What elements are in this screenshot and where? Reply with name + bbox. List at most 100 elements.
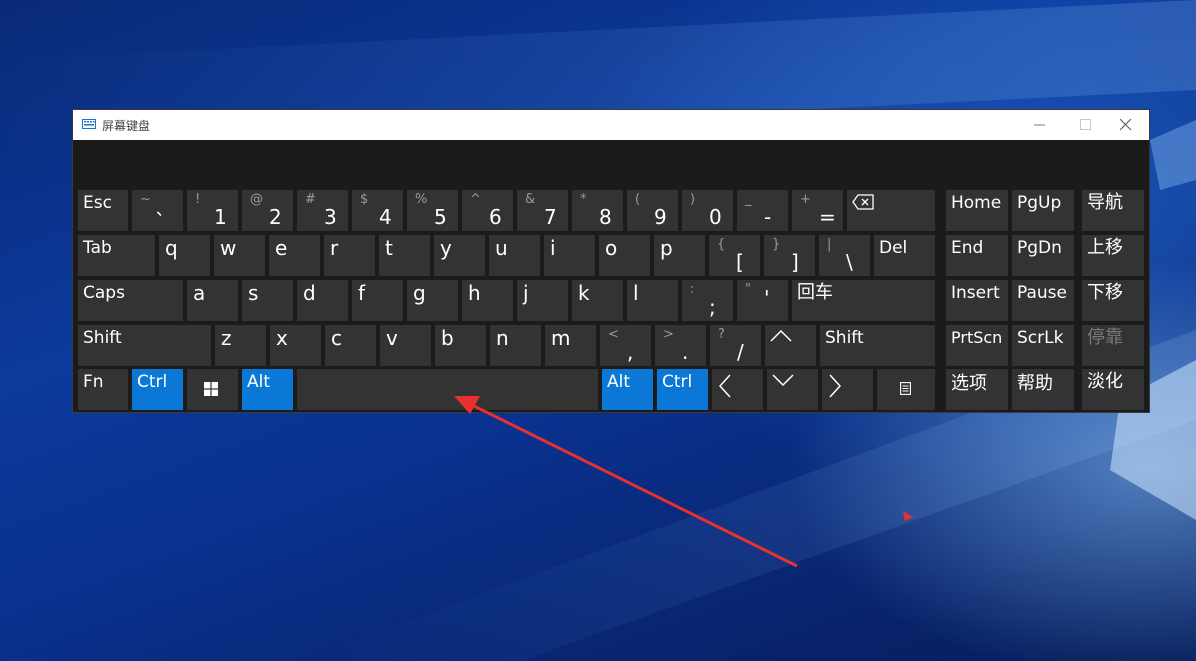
key-2[interactable]: @2 [242,190,293,231]
key-alt-left[interactable]: Alt [242,369,293,410]
key-l[interactable]: l [627,280,678,321]
key-move-down[interactable]: 下移 [1082,280,1144,321]
key-m[interactable]: m [545,325,596,366]
key-slash[interactable]: ? / [710,325,761,366]
key-z[interactable]: z [215,325,266,366]
key-3[interactable]: #3 [297,190,348,231]
key-primary-label: 5 [434,205,447,229]
key-c[interactable]: c [325,325,376,366]
key-windows[interactable] [187,369,238,410]
key-semicolon[interactable]: :; [682,280,733,321]
key-e[interactable]: e [269,235,320,276]
key-nav[interactable]: 导航 [1082,190,1144,231]
key-backslash[interactable]: | \ [819,235,870,276]
key-label: 选项 [951,373,987,394]
key-home[interactable]: Home [946,190,1008,231]
key-4[interactable]: $4 [352,190,403,231]
key-space[interactable] [297,369,598,410]
key-7[interactable]: & 7 [517,190,568,231]
key-p[interactable]: p [654,235,705,276]
key-j[interactable]: j [517,280,568,321]
key-secondary-label: { [717,237,726,252]
key-b[interactable]: b [435,325,486,366]
key-pgup[interactable]: PgUp [1012,190,1074,231]
key-comma[interactable]: <, [600,325,651,366]
key-label: j [523,281,529,305]
key-shift-right[interactable]: Shift [820,325,935,366]
key-alt-right[interactable]: Alt [602,369,653,410]
key-right-bracket[interactable]: }] [764,235,815,276]
key-8[interactable]: * 8 [572,190,623,231]
key-help[interactable]: 帮助 [1012,369,1074,410]
key-s[interactable]: s [242,280,293,321]
key-backspace[interactable] [847,190,935,231]
key-9[interactable]: (9 [627,190,678,231]
key-fn[interactable]: Fn [78,369,128,410]
key-f[interactable]: f [352,280,403,321]
key-caps[interactable]: Caps [78,280,183,321]
key-esc[interactable]: Esc [78,190,128,231]
key-minus[interactable]: _ - [737,190,788,231]
minimize-button[interactable] [1017,110,1063,140]
key-backtick[interactable]: ~、 [132,190,183,231]
key-left-bracket[interactable]: {[ [709,235,760,276]
key-del[interactable]: Del [874,235,935,276]
key-primary-label: 9 [654,205,667,229]
key-move-up[interactable]: 上移 [1082,235,1144,276]
key-label: End [951,238,984,258]
key-0[interactable]: ) 0 [682,190,733,231]
key-g[interactable]: g [407,280,458,321]
key-r[interactable]: r [324,235,375,276]
key-label: u [495,236,508,260]
key-w[interactable]: w [214,235,265,276]
key-primary-label: [ [736,250,744,274]
key-arrow-up[interactable] [765,325,816,366]
key-pause[interactable]: Pause [1012,280,1074,321]
key-5[interactable]: % 5 [407,190,458,231]
key-d[interactable]: d [297,280,348,321]
key-ctrl-right[interactable]: Ctrl [657,369,708,410]
key-n[interactable]: n [490,325,541,366]
key-menu[interactable] [877,369,935,410]
key-u[interactable]: u [489,235,540,276]
key-insert[interactable]: Insert [946,280,1008,321]
key-primary-label: 4 [379,205,392,229]
key-o[interactable]: o [599,235,650,276]
key-options[interactable]: 选项 [946,369,1008,410]
close-button[interactable] [1103,110,1149,140]
key-dock[interactable]: 停靠 [1082,325,1144,366]
key-ctrl-left[interactable]: Ctrl [132,369,183,410]
key-q[interactable]: q [159,235,210,276]
key-label: n [496,326,509,350]
key-shift-left[interactable]: Shift [78,325,211,366]
key-label: b [441,326,454,350]
key-enter[interactable]: 回车 [792,280,935,321]
key-h[interactable]: h [462,280,513,321]
key-label: x [276,326,288,350]
key-label: Pause [1017,283,1067,303]
key-k[interactable]: k [572,280,623,321]
key-pgdn[interactable]: PgDn [1012,235,1074,276]
key-quote[interactable]: " ' [737,280,788,321]
key-tab[interactable]: Tab [78,235,155,276]
key-arrow-right[interactable] [822,369,873,410]
key-prtscn[interactable]: PrtScn [946,325,1008,366]
key-y[interactable]: y [434,235,485,276]
arrow-right-icon [829,374,842,398]
key-a[interactable]: a [187,280,238,321]
key-label: Alt [607,372,631,392]
key-v[interactable]: v [380,325,431,366]
key-period[interactable]: >. [655,325,706,366]
key-scrlk[interactable]: ScrLk [1012,325,1074,366]
key-t[interactable]: t [379,235,430,276]
key-6[interactable]: ^ 6 [462,190,513,231]
key-x[interactable]: x [270,325,321,366]
key-arrow-left[interactable] [712,369,763,410]
key-equals[interactable]: + = [792,190,843,231]
key-i[interactable]: i [544,235,595,276]
key-arrow-down[interactable] [767,369,818,410]
title-bar[interactable]: 屏幕键盘 [73,110,1149,140]
key-1[interactable]: ! 1 [187,190,238,231]
key-fade[interactable]: 淡化 [1082,369,1144,410]
key-end[interactable]: End [946,235,1008,276]
